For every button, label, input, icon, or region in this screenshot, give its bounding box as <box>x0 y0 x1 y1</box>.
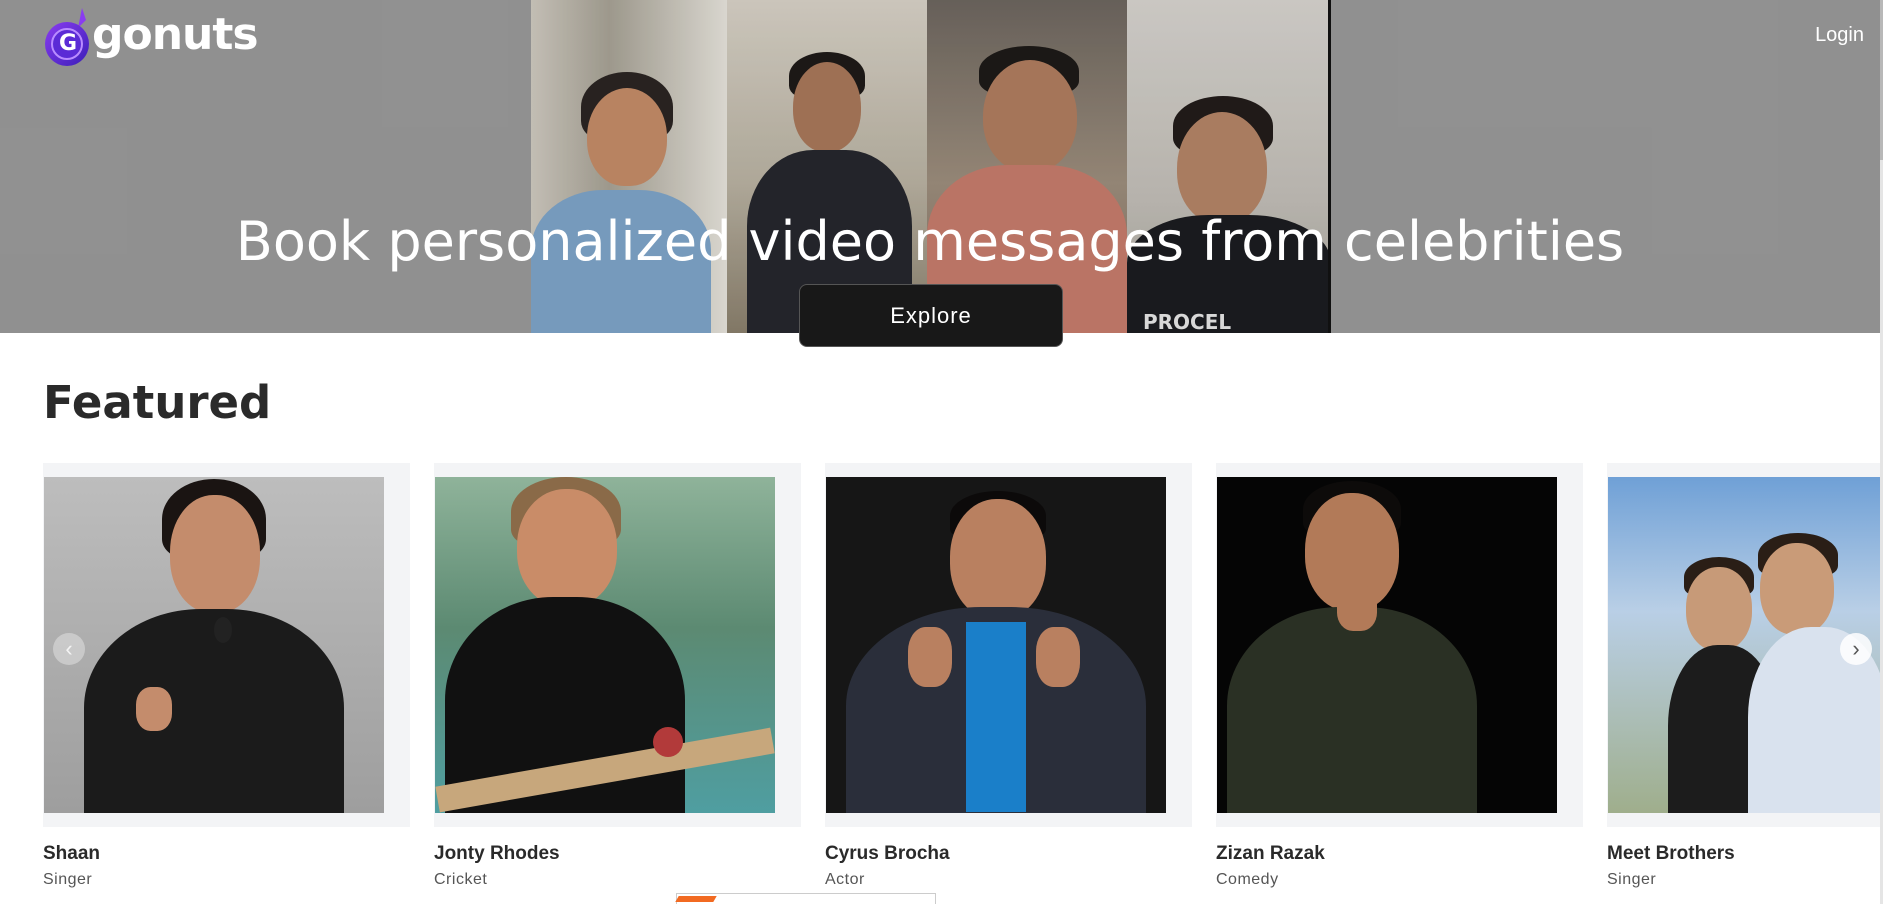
celebrity-name[interactable]: Jonty Rhodes <box>434 843 801 865</box>
celebrity-category: Singer <box>1607 871 1657 888</box>
celebrity-card[interactable]: Jonty Rhodes Cricket <box>434 463 801 889</box>
celebrity-photo <box>435 477 775 813</box>
featured-section-title: Featured <box>43 376 272 429</box>
hero-headline: Book personalized video messages from ce… <box>235 210 1625 273</box>
celebrity-category: Cricket <box>434 871 488 888</box>
celebrity-name[interactable]: Meet Brothers <box>1607 843 1883 865</box>
celebrity-category: Actor <box>825 871 865 888</box>
chevron-left-icon: ‹ <box>65 636 73 661</box>
carousel-next-button[interactable]: › <box>1840 633 1872 665</box>
celebrity-category: Singer <box>43 871 93 888</box>
gonuts-logo-mark-icon: G <box>42 6 90 66</box>
celebrity-photo <box>1217 477 1557 813</box>
celebrity-photo <box>44 477 384 813</box>
explore-button[interactable]: Explore <box>799 284 1063 347</box>
featured-carousel: Shaan Singer Jonty Rhodes Cricket Cyrus … <box>43 463 1883 904</box>
celebrity-photo <box>826 477 1166 813</box>
celebrity-name[interactable]: Shaan <box>43 843 410 865</box>
celebrity-name[interactable]: Zizan Razak <box>1216 843 1583 865</box>
carousel-prev-button[interactable]: ‹ <box>53 633 85 665</box>
celebrity-card[interactable]: Meet Brothers Singer <box>1607 463 1883 889</box>
chevron-right-icon: › <box>1852 636 1860 661</box>
celebrity-card[interactable]: Zizan Razak Comedy <box>1216 463 1583 889</box>
celebrity-category: Comedy <box>1216 871 1279 888</box>
celebrity-name[interactable]: Cyrus Brocha <box>825 843 1192 865</box>
login-link[interactable]: Login <box>1815 24 1864 47</box>
footer-badge-peek <box>675 893 936 904</box>
celebrity-card[interactable]: Cyrus Brocha Actor <box>825 463 1192 889</box>
gonuts-logo[interactable]: G gonuts <box>42 6 259 66</box>
logo-mark-letter: G <box>59 31 78 56</box>
celebrity-card[interactable]: Shaan Singer <box>43 463 410 889</box>
page: PROCEL G gonuts Login Book personalized … <box>0 0 1883 904</box>
logo-wordmark: gonuts <box>92 9 259 60</box>
